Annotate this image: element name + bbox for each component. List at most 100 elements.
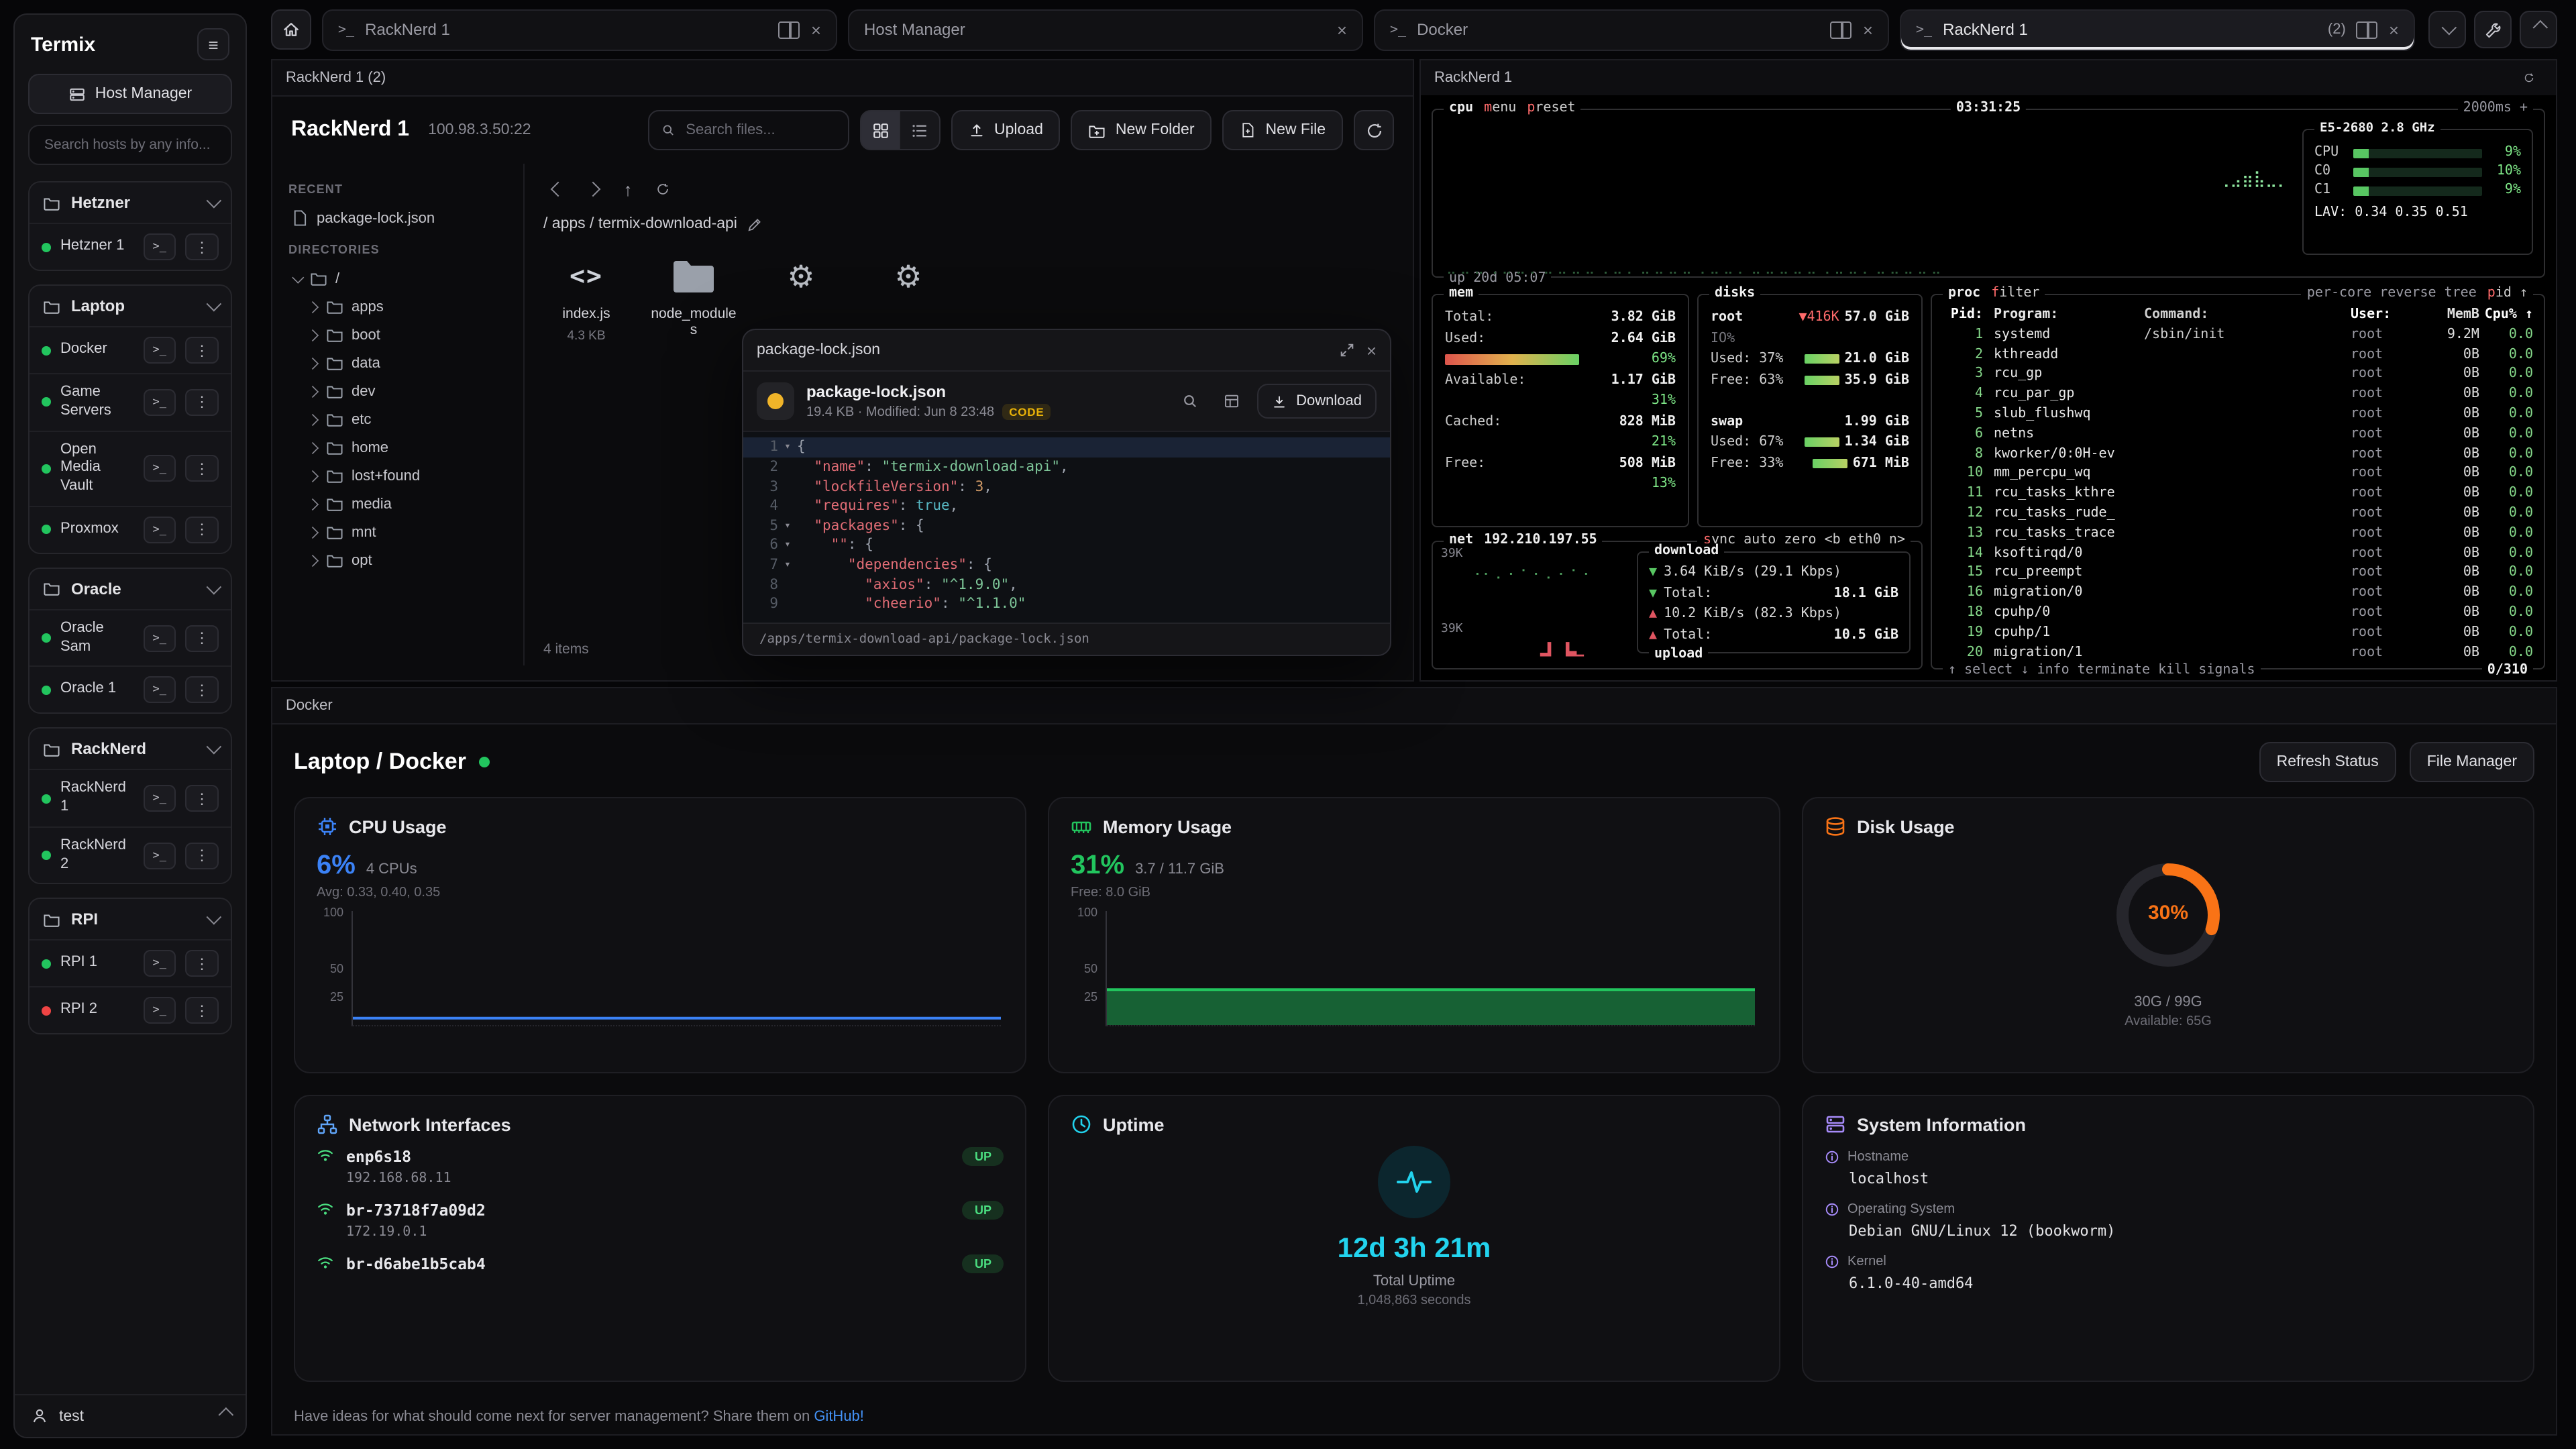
refresh-directory-button[interactable] (648, 174, 678, 204)
reconnect-button[interactable] (2516, 64, 2542, 91)
user-menu[interactable]: test (15, 1394, 246, 1437)
connect-terminal-button[interactable]: >_ (144, 455, 176, 482)
breadcrumb-path[interactable]: / apps / termix-download-api (543, 216, 737, 232)
process-row[interactable]: 14 ksoftirqd/0 root 0B 0.0 (1932, 544, 2544, 564)
split-view-icon[interactable] (779, 21, 800, 38)
split-view-icon[interactable] (1831, 21, 1852, 38)
upload-button[interactable]: Upload (951, 110, 1061, 150)
host-menu-button[interactable]: ⋮ (185, 389, 219, 416)
tree-root[interactable]: / (288, 264, 507, 292)
process-row[interactable]: 15 rcu_preempt root 0B 0.0 (1932, 564, 2544, 584)
tree-directory[interactable]: mnt (288, 518, 507, 546)
process-row[interactable]: 5 slub_flushwq root 0B 0.0 (1932, 405, 2544, 425)
connect-terminal-button[interactable]: >_ (144, 785, 176, 812)
tab-docker[interactable]: >_ Docker × (1374, 9, 1889, 50)
tab-racknerd-1-active[interactable]: >_ RackNerd 1 (2) × (1900, 9, 2415, 50)
back-button[interactable] (543, 174, 573, 204)
tree-directory[interactable]: opt (288, 546, 507, 574)
host-row[interactable]: RPI 1 >_ ⋮ (30, 940, 231, 987)
process-row[interactable]: 2 kthreadd root 0B 0.0 (1932, 345, 2544, 366)
search-in-file-button[interactable] (1174, 385, 1206, 417)
list-view-button[interactable] (900, 110, 941, 150)
file-search-input[interactable] (683, 121, 836, 140)
chevron-down-icon[interactable] (207, 579, 222, 594)
refresh-button[interactable] (1354, 110, 1394, 150)
host-menu-button[interactable]: ⋮ (185, 625, 219, 651)
file-item-node-modules[interactable]: node_modules (651, 254, 737, 343)
interface-row[interactable]: br-d6abe1b5cab4 UP (317, 1242, 1004, 1281)
host-search-input[interactable] (42, 136, 219, 154)
host-group-header[interactable]: RPI (30, 900, 231, 940)
host-row[interactable]: Oracle 1 >_ ⋮ (30, 666, 231, 713)
host-row[interactable]: RackNerd 2 >_ ⋮ (30, 826, 231, 883)
host-row[interactable]: RackNerd 1 >_ ⋮ (30, 769, 231, 826)
host-row[interactable]: RPI 2 >_ ⋮ (30, 987, 231, 1034)
tree-directory[interactable]: lost+found (288, 462, 507, 490)
tree-directory[interactable]: home (288, 433, 507, 462)
tree-directory[interactable]: media (288, 490, 507, 518)
code-preview[interactable]: 1▾{2 "name": "termix-download-api",3 "lo… (743, 431, 1390, 623)
process-row[interactable]: 18 cpuhp/0 root 0B 0.0 (1932, 604, 2544, 624)
wrench-button[interactable] (2474, 11, 2512, 48)
chevron-down-icon[interactable] (207, 910, 222, 925)
new-file-button[interactable]: New File (1223, 110, 1343, 150)
download-button[interactable]: Download (1257, 384, 1377, 419)
process-row[interactable]: 20 migration/1 root 0B 0.0 (1932, 643, 2544, 663)
host-row[interactable]: Open Media Vault >_ ⋮ (30, 430, 231, 506)
recent-file-item[interactable]: package-lock.json (288, 204, 507, 232)
connect-terminal-button[interactable]: >_ (144, 233, 176, 260)
process-row[interactable]: 19 cpuhp/1 root 0B 0.0 (1932, 624, 2544, 644)
split-view-icon[interactable] (2357, 21, 2378, 38)
tree-directory[interactable]: data (288, 349, 507, 377)
process-row[interactable]: 8 kworker/0:0H-ev root 0B 0.0 (1932, 445, 2544, 465)
interface-row[interactable]: br-73718f7a09d2 172.19.0.1 UP (317, 1189, 1004, 1242)
close-icon[interactable]: × (1337, 21, 1347, 38)
home-button[interactable] (271, 9, 311, 50)
connect-terminal-button[interactable]: >_ (144, 517, 176, 543)
host-row[interactable]: Docker >_ ⋮ (30, 326, 231, 373)
terminal-screen[interactable]: cpu menu preset 03:31:25 2000ms + up 20d… (1421, 95, 2556, 680)
connect-terminal-button[interactable]: >_ (144, 389, 176, 416)
process-row[interactable]: 1 systemd /sbin/init root 9.2M 0.0 (1932, 326, 2544, 346)
tab-racknerd-1-terminal[interactable]: >_ RackNerd 1 × (322, 9, 837, 50)
connect-terminal-button[interactable]: >_ (144, 998, 176, 1024)
process-row[interactable]: 4 rcu_par_gp root 0B 0.0 (1932, 385, 2544, 405)
interface-row[interactable]: enp6s18 192.168.68.11 UP (317, 1135, 1004, 1189)
process-row[interactable]: 3 rcu_gp root 0B 0.0 (1932, 366, 2544, 386)
host-manager-button[interactable]: Host Manager (28, 74, 232, 114)
chevron-down-icon[interactable] (207, 297, 222, 312)
tree-directory[interactable]: boot (288, 321, 507, 349)
file-item-indexjs[interactable]: <> index.js 4.3 KB (543, 254, 629, 343)
close-icon[interactable]: × (2389, 21, 2399, 38)
forward-button[interactable] (578, 174, 608, 204)
expand-icon[interactable] (1340, 342, 1356, 358)
tree-directory[interactable]: apps (288, 292, 507, 321)
host-group-header[interactable]: Hetzner (30, 182, 231, 223)
connect-terminal-button[interactable]: >_ (144, 677, 176, 704)
chevron-down-icon[interactable] (207, 193, 222, 209)
host-menu-button[interactable]: ⋮ (185, 455, 219, 482)
close-icon[interactable]: × (811, 21, 821, 38)
close-icon[interactable]: × (1366, 341, 1377, 359)
host-menu-button[interactable]: ⋮ (185, 233, 219, 260)
refresh-status-button[interactable]: Refresh Status (2259, 742, 2396, 782)
host-menu-button[interactable]: ⋮ (185, 998, 219, 1024)
grid-view-button[interactable] (860, 110, 900, 150)
edit-path-icon[interactable] (748, 217, 763, 231)
host-row[interactable]: Oracle Sam >_ ⋮ (30, 609, 231, 666)
host-menu-button[interactable]: ⋮ (185, 951, 219, 977)
chevron-up-button[interactable] (2520, 11, 2557, 48)
host-group-header[interactable]: RackNerd (30, 729, 231, 769)
host-menu-button[interactable]: ⋮ (185, 677, 219, 704)
host-row[interactable]: Game Servers >_ ⋮ (30, 373, 231, 430)
host-menu-button[interactable]: ⋮ (185, 842, 219, 869)
tree-directory[interactable]: etc (288, 405, 507, 433)
connect-terminal-button[interactable]: >_ (144, 625, 176, 651)
connect-terminal-button[interactable]: >_ (144, 842, 176, 869)
host-menu-button[interactable]: ⋮ (185, 337, 219, 364)
tab-host-manager[interactable]: Host Manager × (848, 9, 1363, 50)
table-view-button[interactable] (1216, 385, 1248, 417)
chevron-down-icon[interactable] (207, 739, 222, 755)
host-menu-button[interactable]: ⋮ (185, 785, 219, 812)
file-manager-button[interactable]: File Manager (2410, 742, 2534, 782)
